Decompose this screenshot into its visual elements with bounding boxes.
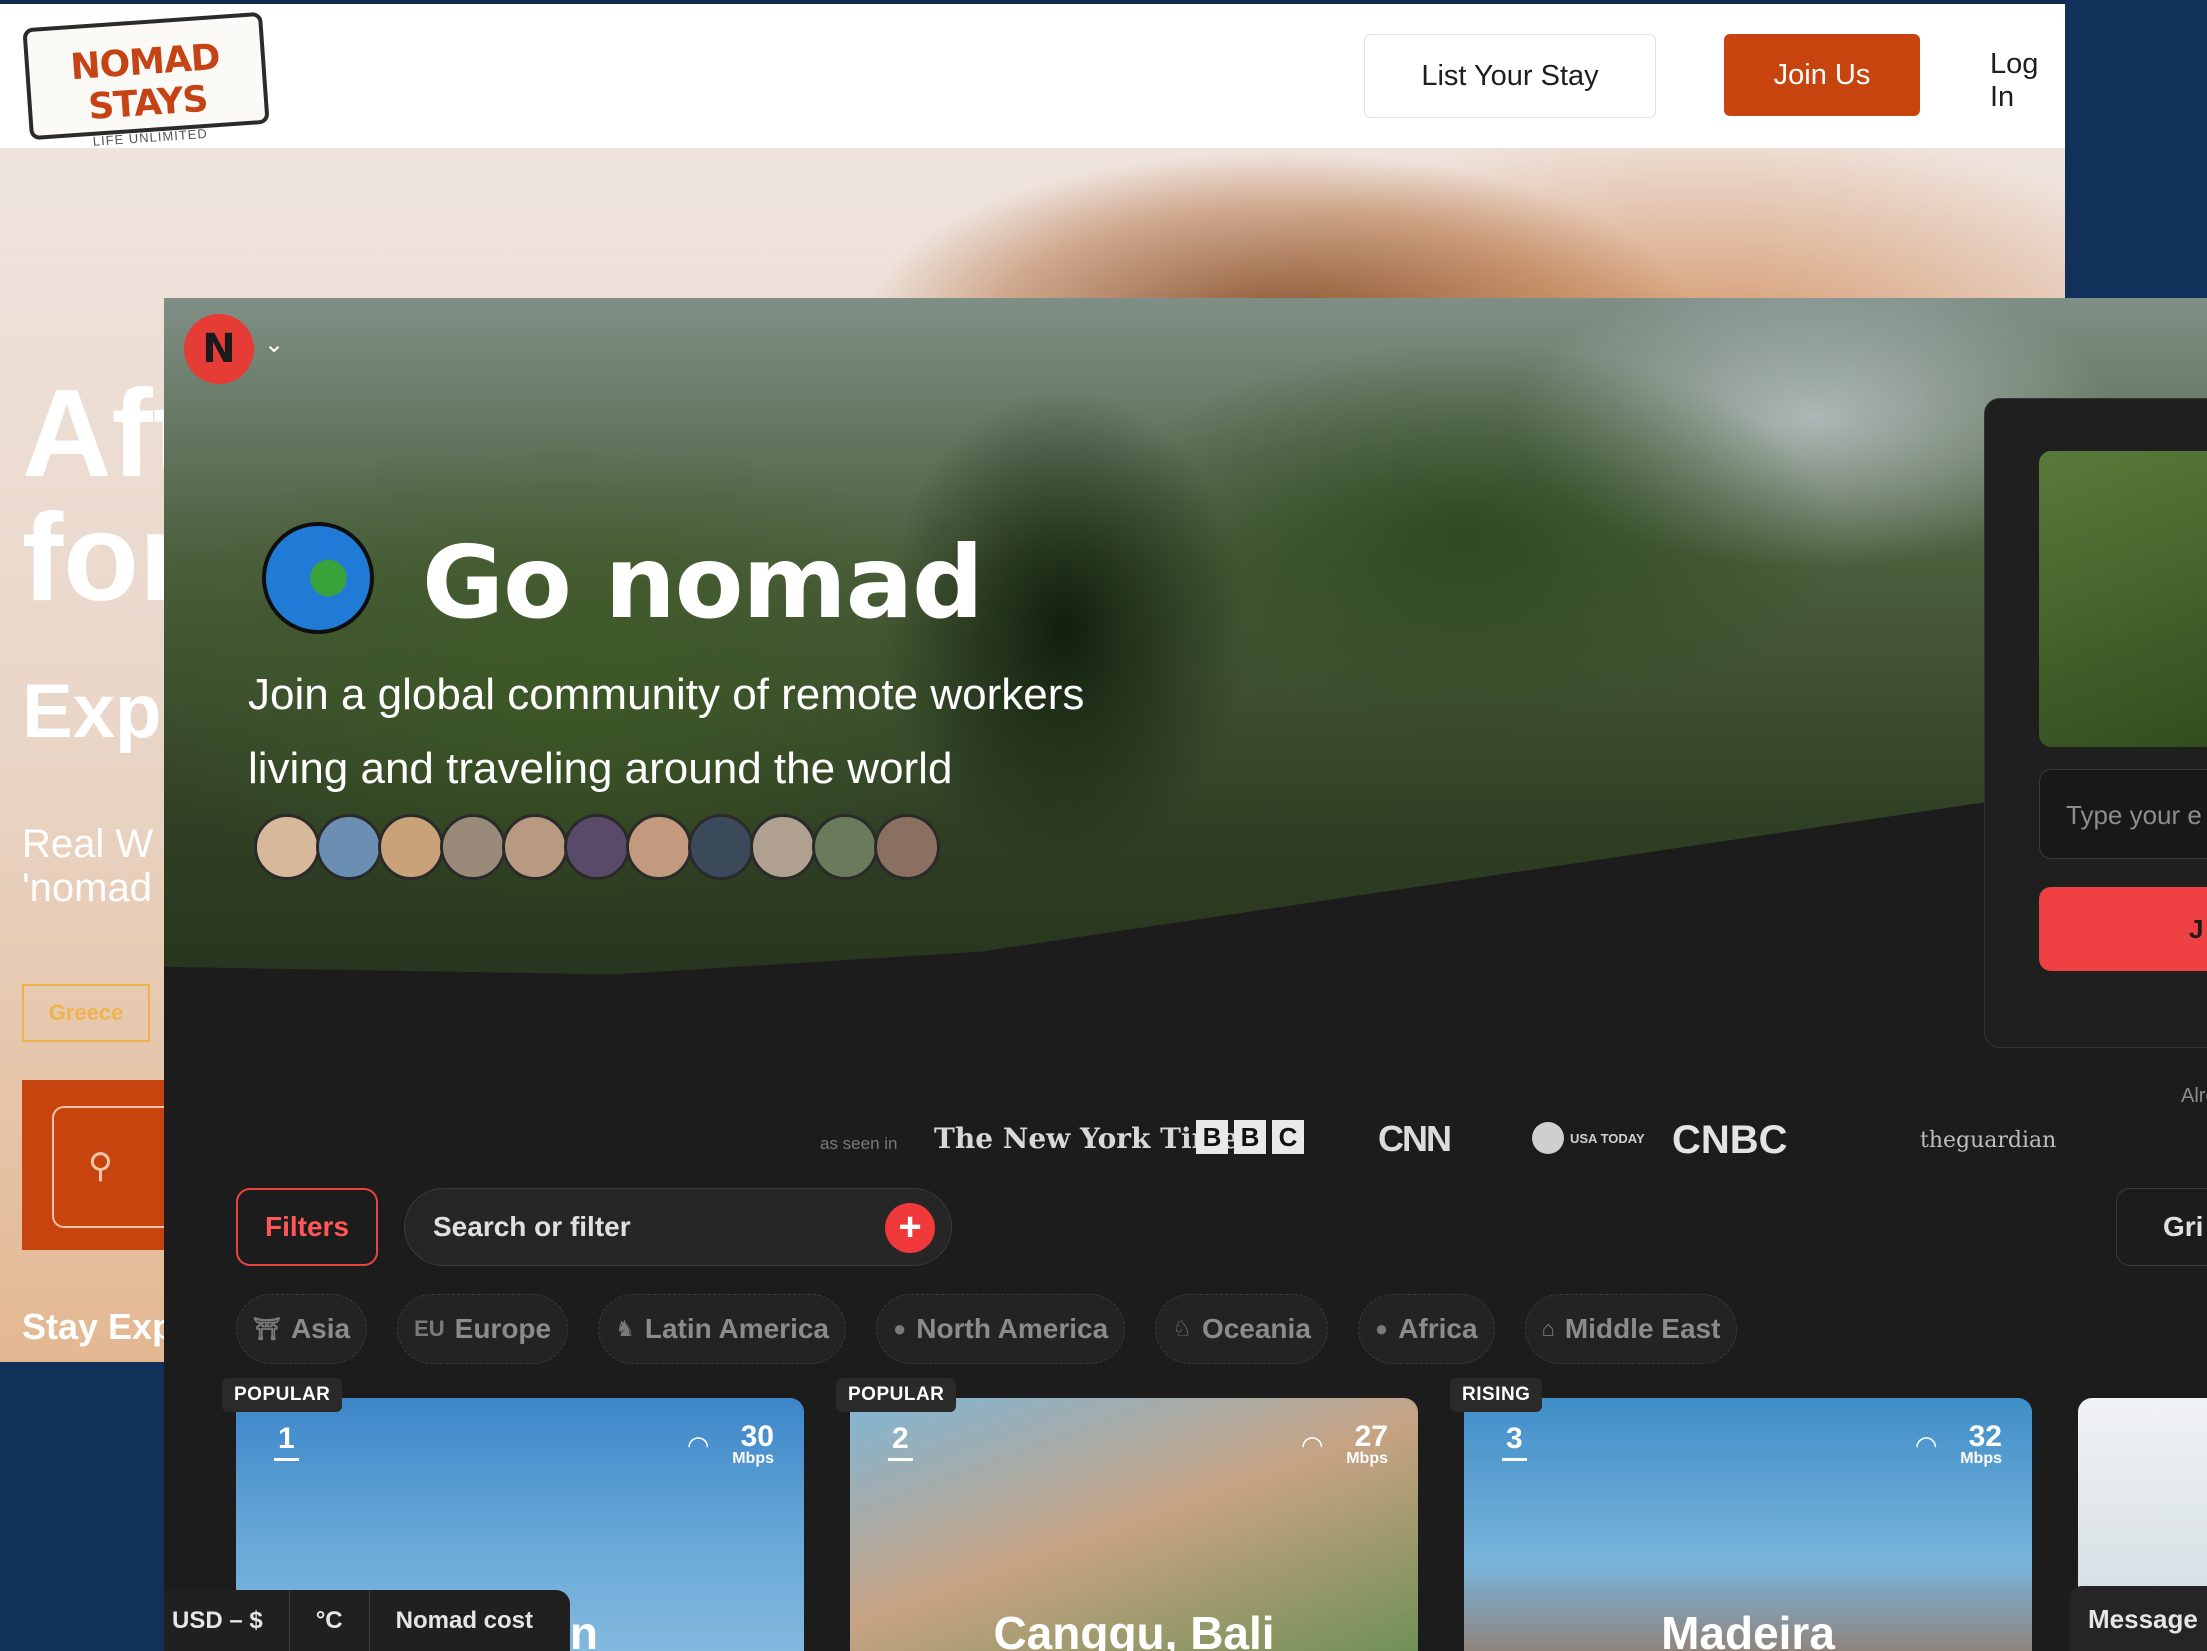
avatar[interactable] <box>874 814 940 880</box>
speed-unit: Mbps <box>1346 1450 1388 1467</box>
usa-today-logo: USA TODAY <box>1532 1122 1645 1154</box>
search-panel: ⚲ <box>22 1080 256 1250</box>
globe-icon <box>262 522 374 634</box>
search-placeholder: Search or filter <box>433 1211 631 1242</box>
avatar[interactable] <box>502 814 568 880</box>
destination-chip[interactable]: Greece <box>22 984 150 1042</box>
speed-unit: Mbps <box>1960 1450 2002 1467</box>
wifi-icon: ◠ <box>1916 1430 1937 1460</box>
hero-subtitle-line-2: living and traveling around the world <box>248 744 953 793</box>
avatar[interactable] <box>440 814 506 880</box>
avatar[interactable] <box>750 814 816 880</box>
member-avatars[interactable] <box>254 814 940 880</box>
hero-subhead: Expl <box>22 669 183 754</box>
filters-button[interactable]: Filters <box>236 1188 378 1266</box>
globe-americas-icon: ● <box>893 1316 907 1341</box>
avatar[interactable] <box>316 814 382 880</box>
eu-icon: EU <box>414 1316 445 1341</box>
avatar[interactable] <box>564 814 630 880</box>
card-badge: POPULAR <box>222 1378 343 1412</box>
region-label: Asia <box>290 1313 351 1344</box>
region-africa[interactable]: ● Africa <box>1357 1294 1495 1364</box>
card-badge: RISING <box>1450 1378 1543 1412</box>
hero-subtitle-line-1: Join a global community of remote worker… <box>248 670 1085 719</box>
email-field[interactable]: Type your e <box>2039 769 2207 859</box>
speed-value: 30 <box>740 1420 774 1453</box>
region-label: North America <box>916 1313 1109 1344</box>
region-europe[interactable]: EU Europe <box>397 1294 569 1364</box>
already-member-link[interactable]: Alre <box>2181 1085 2207 1108</box>
stay-experiences-heading: Stay Exp <box>22 1306 175 1347</box>
city-name: Madeira <box>1661 1607 1835 1651</box>
login-link[interactable]: Log In <box>1990 48 2065 114</box>
hero-description: Real W 'nomad <box>22 822 154 910</box>
currency-selector[interactable]: USD – $ <box>164 1590 290 1651</box>
chevron-down-icon[interactable]: ⌄ <box>264 330 284 359</box>
nomad-stays-logo[interactable]: NOMAD STAYS LIFE UNLIMITED <box>22 11 270 149</box>
wifi-icon: ◠ <box>1302 1430 1323 1460</box>
as-seen-in-bar: as seen in The New York Times BBC CNN US… <box>164 1108 2207 1178</box>
bbc-logo: BBC <box>1196 1120 1304 1154</box>
speed-value: 32 <box>1968 1420 2002 1453</box>
join-button[interactable]: J <box>2039 887 2207 971</box>
avatar[interactable] <box>812 814 878 880</box>
internet-speed: ◠ 27 Mbps <box>1302 1422 1388 1468</box>
kangaroo-icon: ♘ <box>1172 1316 1192 1341</box>
as-seen-in-label: as seen in <box>820 1134 898 1153</box>
city-rank: 2 <box>888 1422 913 1461</box>
view-toggle-button[interactable]: Gri <box>2116 1188 2207 1266</box>
nomad-cost-toggle[interactable]: Nomad cost <box>370 1590 559 1651</box>
mosque-icon: ⌂ <box>1541 1316 1555 1341</box>
region-north-america[interactable]: ● North America <box>876 1294 1126 1364</box>
city-card[interactable]: 2 ◠ 27 Mbps Canggu, Bali <box>850 1398 1418 1651</box>
speed-unit: Mbps <box>732 1450 774 1467</box>
avatar[interactable] <box>688 814 754 880</box>
hero-title: Go nomad <box>422 524 984 641</box>
avatar[interactable] <box>626 814 692 880</box>
region-label: Latin America <box>644 1313 829 1344</box>
message-button[interactable]: Message <box>2070 1586 2207 1651</box>
region-label: Africa <box>1398 1313 1478 1344</box>
temperature-unit-toggle[interactable]: °C <box>290 1590 370 1651</box>
list-your-stay-button[interactable]: List Your Stay <box>1364 34 1656 118</box>
signup-panel: Type your e J Alre <box>1984 398 2207 1107</box>
internet-speed: ◠ 32 Mbps <box>1916 1422 2002 1468</box>
top-nav: NOMAD STAYS LIFE UNLIMITED List Your Sta… <box>0 0 2065 149</box>
settings-bar: USD – $ °C Nomad cost <box>164 1590 570 1651</box>
region-oceania[interactable]: ♘ Oceania <box>1155 1294 1328 1364</box>
cnbc-logo: CNBC <box>1672 1118 1788 1162</box>
city-rank: 3 <box>1502 1422 1527 1461</box>
region-label: Oceania <box>1201 1313 1311 1344</box>
signup-image <box>2039 451 2207 747</box>
logo-title: NOMAD STAYS <box>69 36 221 129</box>
avatar[interactable] <box>378 814 444 880</box>
speed-value: 27 <box>1354 1420 1388 1453</box>
cnn-logo: CNN <box>1378 1118 1452 1159</box>
city-rank: 1 <box>274 1422 299 1461</box>
internet-speed: ◠ 30 Mbps <box>688 1422 774 1468</box>
region-latin-america[interactable]: ♞ Latin America <box>598 1294 846 1364</box>
card-badge: POPULAR <box>836 1378 957 1412</box>
torii-icon: ⛩ <box>253 1316 281 1341</box>
region-label: Middle East <box>1564 1313 1721 1344</box>
search-icon: ⚲ <box>88 1147 113 1185</box>
city-name: Canggu, Bali <box>993 1607 1275 1651</box>
dancer-icon: ♞ <box>615 1316 635 1341</box>
nomad-list-window: N ⌄ Go nomad Join a global community of … <box>164 298 2207 1651</box>
city-card[interactable]: 3 ◠ 32 Mbps Madeira <box>1464 1398 2032 1651</box>
region-label: Europe <box>454 1313 552 1344</box>
usa-today-text: USA TODAY <box>1570 1130 1645 1146</box>
add-filter-icon[interactable]: + <box>885 1203 935 1253</box>
region-asia[interactable]: ⛩ Asia <box>236 1294 368 1364</box>
guardian-logo: theguardian <box>1920 1128 2057 1153</box>
wifi-icon: ◠ <box>688 1430 709 1460</box>
avatar[interactable] <box>254 814 320 880</box>
region-middle-east[interactable]: ⌂ Middle East <box>1524 1294 1738 1364</box>
globe-africa-icon: ● <box>1374 1316 1389 1341</box>
search-input[interactable]: Search or filter + <box>404 1188 952 1266</box>
hero-subtitle: Join a global community of remote worker… <box>248 658 1248 806</box>
nomadlist-logo[interactable]: N <box>184 314 254 384</box>
region-filters: ⛩ Asia EU Europe ♞ Latin America ● North Ame… <box>236 1294 1738 1364</box>
join-us-button[interactable]: Join Us <box>1724 34 1920 116</box>
